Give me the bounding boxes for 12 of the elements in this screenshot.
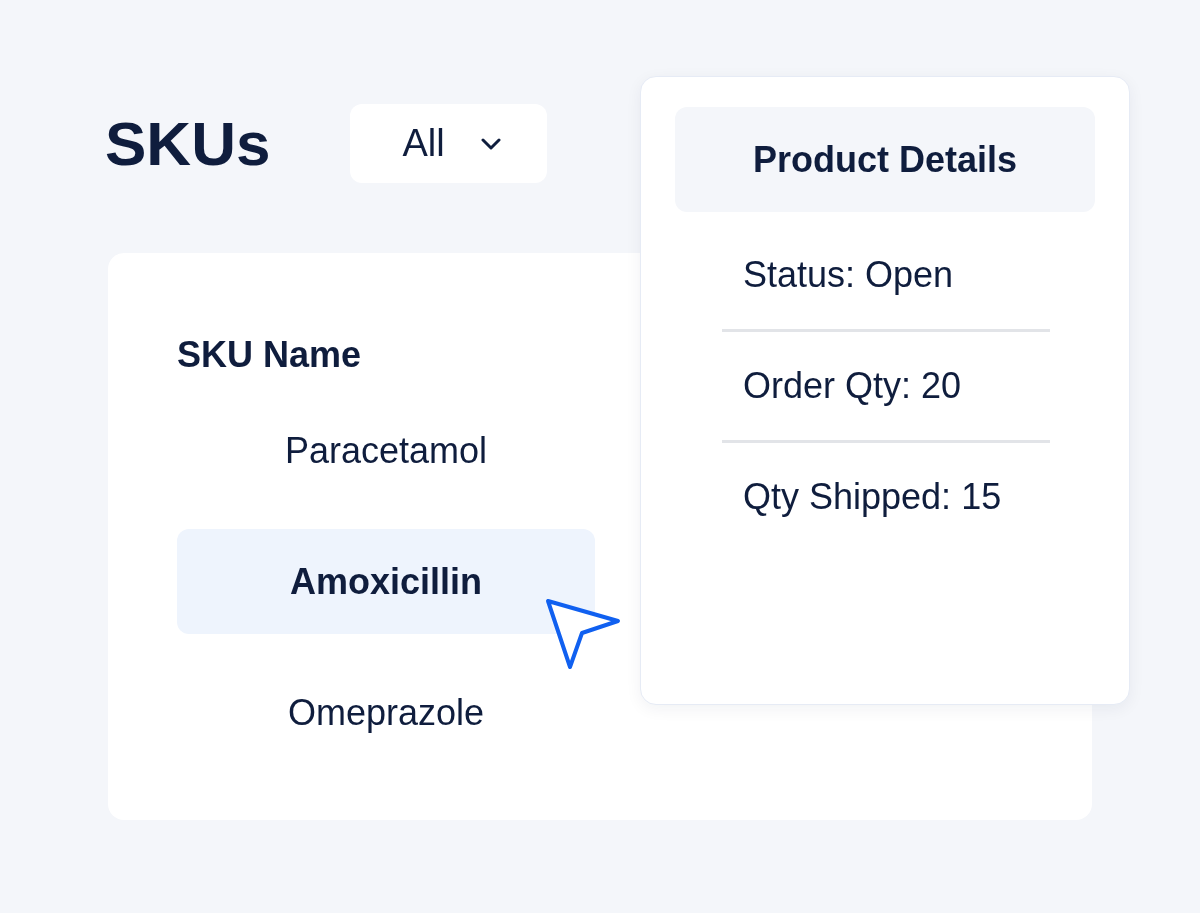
chevron-down-icon — [480, 137, 501, 150]
page-title: SKUs — [105, 112, 271, 175]
filter-dropdown[interactable]: All — [350, 104, 548, 183]
sku-row[interactable]: Amoxicillin — [177, 529, 595, 634]
sku-row[interactable]: Omeprazole — [177, 660, 595, 765]
sku-row[interactable]: Paracetamol — [177, 398, 595, 503]
detail-field: Qty Shipped: 15 — [722, 475, 1050, 519]
detail-field: Order Qty: 20 — [722, 364, 1050, 408]
column-header: SKU Name — [177, 333, 363, 377]
cursor-arrow-icon — [544, 597, 622, 671]
detail-field: Status: Open — [722, 253, 1050, 297]
panel-header: Product Details — [675, 107, 1095, 212]
